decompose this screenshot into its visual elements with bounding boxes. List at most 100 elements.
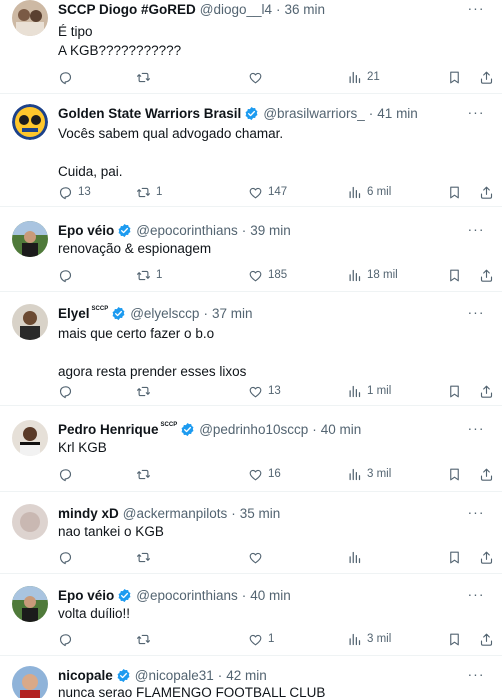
tweet[interactable]: Golden State Warriors Brasil @brasilwarr… (0, 94, 502, 207)
timestamp[interactable]: 40 min (321, 422, 362, 437)
user-handle[interactable]: @nicopale31 (135, 668, 214, 683)
more-icon[interactable]: ··· (466, 666, 486, 684)
bookmark-button[interactable] (447, 183, 462, 201)
views-button[interactable]: 6 mil (347, 183, 391, 201)
user-handle[interactable]: @ackermanpilots (123, 506, 228, 521)
tweet[interactable]: Epo véio @epocorinthians · 40 min ··· vo… (0, 574, 502, 656)
retweet-button[interactable] (136, 630, 151, 648)
avatar[interactable] (12, 0, 48, 36)
verified-badge-icon (116, 668, 131, 683)
display-name[interactable]: nicopale (58, 668, 113, 683)
display-name[interactable]: Epo véio (58, 223, 114, 238)
views-button[interactable] (347, 548, 362, 566)
bookmark-button[interactable] (447, 548, 462, 566)
tweet-actions (58, 548, 490, 566)
more-icon[interactable]: ··· (466, 420, 486, 438)
reply-button[interactable] (58, 630, 73, 648)
views-button[interactable]: 3 mil (347, 630, 391, 648)
like-button[interactable]: 13 (248, 382, 281, 400)
retweet-button[interactable] (136, 548, 151, 566)
share-button[interactable] (479, 266, 494, 284)
more-icon[interactable]: ··· (466, 504, 486, 522)
timestamp[interactable]: 39 min (250, 223, 291, 238)
share-button[interactable] (479, 465, 494, 483)
more-icon[interactable]: ··· (466, 104, 486, 122)
share-button[interactable] (479, 68, 494, 86)
more-icon[interactable]: ··· (466, 586, 486, 604)
bookmark-button[interactable] (447, 465, 462, 483)
like-count: 185 (268, 269, 288, 281)
avatar[interactable] (12, 586, 48, 622)
user-handle[interactable]: @elyelsccp (130, 306, 199, 321)
display-name[interactable]: Elyel (58, 306, 90, 321)
retweet-button[interactable]: 1 (136, 183, 162, 201)
avatar[interactable] (12, 420, 48, 456)
tweet[interactable]: mindy xD @ackermanpilots · 35 min ··· na… (0, 492, 502, 574)
display-name[interactable]: SCCP Diogo #GoRED (58, 2, 196, 17)
tweet-actions: 21 (58, 68, 490, 86)
like-button[interactable]: 16 (248, 465, 281, 483)
bookmark-button[interactable] (447, 266, 462, 284)
share-button[interactable] (479, 183, 494, 201)
views-button[interactable]: 1 mil (347, 382, 391, 400)
display-name[interactable]: Golden State Warriors Brasil (58, 106, 241, 121)
share-button[interactable] (479, 382, 494, 400)
avatar[interactable] (12, 504, 48, 540)
user-handle[interactable]: @epocorinthians (136, 223, 238, 238)
share-button[interactable] (479, 548, 494, 566)
retweet-button[interactable] (136, 68, 151, 86)
views-button[interactable]: 18 mil (347, 266, 398, 284)
tweet[interactable]: SCCP Diogo #GoRED @diogo__l4 · 36 min ··… (0, 0, 502, 94)
display-name[interactable]: mindy xD (58, 506, 119, 521)
reply-button[interactable] (58, 382, 73, 400)
avatar[interactable] (12, 221, 48, 257)
retweet-count: 1 (156, 269, 163, 281)
reply-button[interactable] (58, 68, 73, 86)
timestamp[interactable]: 36 min (285, 2, 326, 17)
user-handle[interactable]: @pedrinho10sccp (199, 422, 308, 437)
views-icon (347, 185, 362, 200)
share-button[interactable] (479, 630, 494, 648)
reply-button[interactable]: 13 (58, 183, 91, 201)
reply-button[interactable] (58, 465, 73, 483)
user-handle[interactable]: @diogo__l4 (200, 2, 272, 17)
bookmark-button[interactable] (447, 68, 462, 86)
tweet[interactable]: nicopale @nicopale31 · 42 min ··· nunca … (0, 656, 502, 698)
like-count: 147 (268, 186, 288, 198)
like-button[interactable]: 1 (248, 630, 274, 648)
views-count: 1 mil (367, 385, 392, 397)
retweet-button[interactable] (136, 465, 151, 483)
bookmark-button[interactable] (447, 382, 462, 400)
views-button[interactable]: 21 (347, 68, 380, 86)
timestamp[interactable]: 41 min (377, 106, 418, 121)
reply-button[interactable] (58, 266, 73, 284)
timestamp[interactable]: 35 min (240, 506, 281, 521)
user-handle[interactable]: @epocorinthians (136, 588, 238, 603)
reply-button[interactable] (58, 548, 73, 566)
timestamp[interactable]: 42 min (226, 668, 267, 683)
like-button[interactable] (248, 548, 263, 566)
avatar[interactable] (12, 666, 48, 698)
retweet-button[interactable] (136, 382, 151, 400)
display-name[interactable]: Epo véio (58, 588, 114, 603)
like-button[interactable]: 185 (248, 266, 287, 284)
display-name[interactable]: Pedro Henrique (58, 422, 159, 437)
tweet[interactable]: Elyel SCCP @elyelsccp · 37 min ··· mais … (0, 292, 502, 406)
avatar[interactable] (12, 104, 48, 140)
user-handle[interactable]: @brasilwarriors_ (263, 106, 364, 121)
timestamp[interactable]: 37 min (212, 306, 253, 321)
more-icon[interactable]: ··· (466, 221, 486, 239)
name-tag: SCCP (91, 306, 109, 312)
views-button[interactable]: 3 mil (347, 465, 391, 483)
like-count: 1 (268, 633, 275, 645)
retweet-button[interactable]: 1 (136, 266, 162, 284)
tweet[interactable]: Epo véio @epocorinthians · 39 min ··· re… (0, 207, 502, 292)
more-icon[interactable]: ··· (466, 0, 486, 18)
timestamp[interactable]: 40 min (250, 588, 291, 603)
avatar[interactable] (12, 304, 48, 340)
like-button[interactable]: 147 (248, 183, 287, 201)
like-button[interactable] (248, 68, 263, 86)
bookmark-button[interactable] (447, 630, 462, 648)
more-icon[interactable]: ··· (466, 304, 486, 322)
tweet[interactable]: Pedro Henrique SCCP @pedrinho10sccp · 40… (0, 406, 502, 492)
